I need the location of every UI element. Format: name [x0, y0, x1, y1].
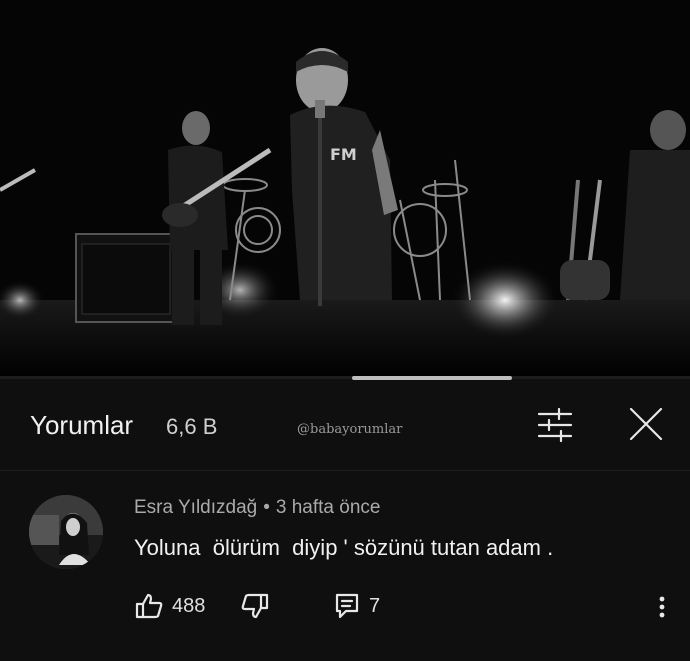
comment-meta: Esra Yıldızdağ • 3 hafta önce	[134, 497, 380, 519]
avatar-photo	[29, 495, 103, 569]
sort-comments-button[interactable]	[533, 405, 577, 445]
reply-count: 7	[369, 595, 381, 617]
thumbs-up-icon	[135, 593, 163, 619]
video-player[interactable]: FM	[0, 0, 690, 378]
close-button[interactable]	[624, 402, 668, 446]
concert-stage-image: FM	[0, 0, 690, 378]
meta-separator: •	[263, 497, 270, 518]
dislike-button[interactable]	[240, 592, 270, 620]
close-icon	[629, 407, 663, 441]
reply-button[interactable]	[334, 591, 360, 619]
avatar[interactable]	[29, 495, 103, 569]
more-vert-icon	[659, 596, 665, 618]
comment-text: Yoluna ölürüm diyip ' sözünü tutan adam …	[134, 535, 554, 560]
comment-author[interactable]: Esra Yıldızdağ	[134, 497, 257, 518]
comments-count: 6,6 B	[166, 414, 218, 439]
sliders-icon	[537, 407, 573, 443]
divider	[0, 470, 690, 471]
reply-icon	[335, 593, 359, 619]
progress-track[interactable]	[0, 376, 690, 379]
comment-timestamp: 3 hafta önce	[275, 497, 381, 518]
watermark-text: @babayorumlar	[297, 422, 403, 437]
more-options-button[interactable]	[652, 592, 672, 622]
like-button[interactable]	[134, 592, 164, 620]
shirt-text: FM	[330, 145, 357, 164]
comments-title: Yorumlar	[30, 410, 134, 440]
like-count: 488	[172, 595, 206, 617]
thumbs-down-icon	[241, 593, 269, 619]
